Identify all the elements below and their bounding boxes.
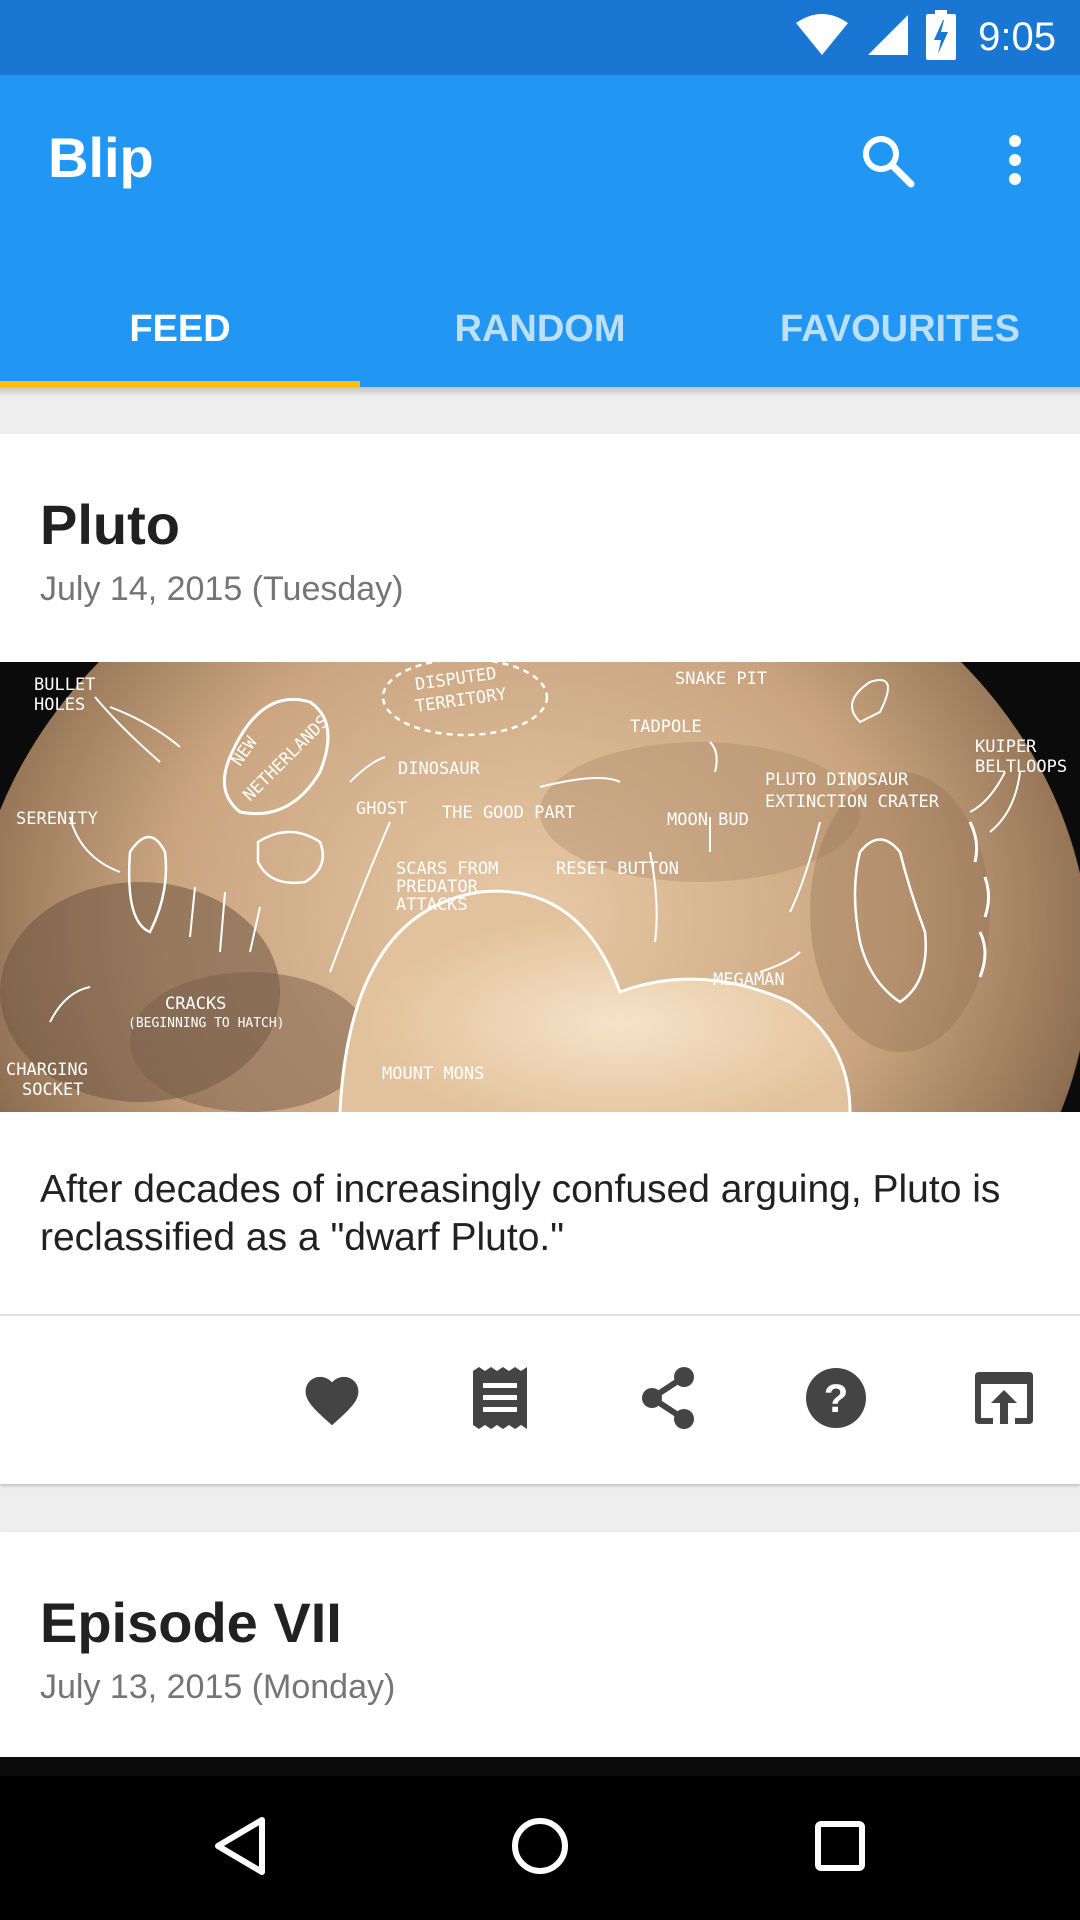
recents-icon — [814, 1820, 866, 1877]
back-icon — [212, 1816, 268, 1881]
comic-caption: After decades of increasingly confused a… — [40, 1168, 1001, 1259]
label-kuiper-2: BELTLOOPS — [975, 757, 1067, 777]
search-button[interactable] — [852, 127, 922, 197]
tab-favourites[interactable]: FAVOURITES — [720, 271, 1080, 387]
favorite-button[interactable] — [296, 1364, 368, 1436]
transcript-button[interactable] — [464, 1364, 536, 1436]
tab-feed[interactable]: FEED — [0, 271, 360, 387]
comic-action-bar: ? — [0, 1314, 1080, 1484]
status-time: 9:05 — [978, 15, 1056, 59]
label-pluto-dino-1: PLUTO DINOSAUR — [765, 770, 909, 790]
status-icons: 9:05 — [794, 0, 1056, 75]
comic-image-border — [0, 1757, 1080, 1777]
open-in-browser-button[interactable] — [968, 1364, 1040, 1436]
comic-image[interactable]: BULLET HOLES DISPUTED TERRITORY SNAKE PI… — [0, 662, 1080, 1112]
app-bar: Blip FEED RANDOM FAVOURITES — [0, 75, 1080, 387]
home-icon — [510, 1816, 570, 1881]
label-tadpole: TADPOLE — [630, 717, 702, 737]
label-pluto-dino-2: EXTINCTION CRATER — [765, 792, 940, 812]
label-kuiper-1: KUIPER — [975, 737, 1037, 757]
favorite-icon — [300, 1369, 364, 1432]
label-cracks-2: (BEGINNING TO HATCH) — [128, 1016, 285, 1031]
comic-date: July 13, 2015 (Monday) — [40, 1668, 396, 1706]
explain-icon: ? — [805, 1367, 867, 1434]
cell-signal-icon — [866, 13, 910, 62]
comic-date: July 14, 2015 (Tuesday) — [40, 570, 404, 608]
label-charging-1: CHARGING — [6, 1060, 88, 1080]
tab-random[interactable]: RANDOM — [360, 271, 720, 387]
screen: 9:05 Blip FEED RANDOM FAVOURITES Pluto J… — [0, 0, 1080, 1920]
label-charging-2: SOCKET — [22, 1080, 83, 1100]
label-cracks-1: CRACKS — [165, 994, 226, 1014]
app-bar-shadow — [0, 387, 1080, 397]
label-serenity: SERENITY — [16, 809, 98, 829]
overflow-menu-icon — [1007, 134, 1023, 191]
navigation-bar — [0, 1776, 1080, 1920]
tab-bar: FEED RANDOM FAVOURITES — [0, 271, 1080, 387]
label-mount-mons: MOUNT MONS — [382, 1064, 484, 1084]
share-button[interactable] — [632, 1364, 704, 1436]
label-scars-1: SCARS FROM — [396, 859, 498, 879]
label-bullet-holes-2: HOLES — [34, 695, 85, 715]
home-button[interactable] — [500, 1808, 580, 1888]
label-ghost: GHOST — [356, 799, 407, 819]
comic-title: Pluto — [40, 493, 180, 556]
recents-button[interactable] — [800, 1808, 880, 1888]
comic-title: Episode VII — [40, 1591, 342, 1654]
label-good-part: THE GOOD PART — [442, 803, 575, 823]
search-icon — [859, 132, 915, 193]
overflow-menu-button[interactable] — [990, 127, 1040, 197]
share-icon — [638, 1366, 698, 1434]
svg-text:?: ? — [824, 1377, 848, 1421]
transcript-icon — [471, 1366, 529, 1434]
explain-button[interactable]: ? — [800, 1364, 872, 1436]
battery-charging-icon — [926, 10, 957, 65]
label-snake-pit: SNAKE PIT — [675, 669, 767, 689]
label-bullet-holes-1: BULLET — [34, 675, 95, 695]
label-moon-bud: MOON BUD — [667, 810, 749, 830]
open-in-browser-icon — [975, 1371, 1033, 1429]
comic-card[interactable]: Pluto July 14, 2015 (Tuesday) BULLET HOL… — [0, 434, 1080, 1484]
label-megaman: MEGAMAN — [713, 970, 785, 990]
label-scars-3: ATTACKS — [396, 895, 468, 915]
wifi-icon — [794, 13, 850, 62]
label-dinosaur: DINOSAUR — [398, 759, 481, 779]
label-scars-2: PREDATOR — [396, 877, 479, 897]
app-title: Blip — [48, 126, 154, 189]
status-bar: 9:05 — [0, 0, 1080, 75]
back-button[interactable] — [200, 1808, 280, 1888]
label-reset: RESET BUTTON — [556, 859, 679, 879]
